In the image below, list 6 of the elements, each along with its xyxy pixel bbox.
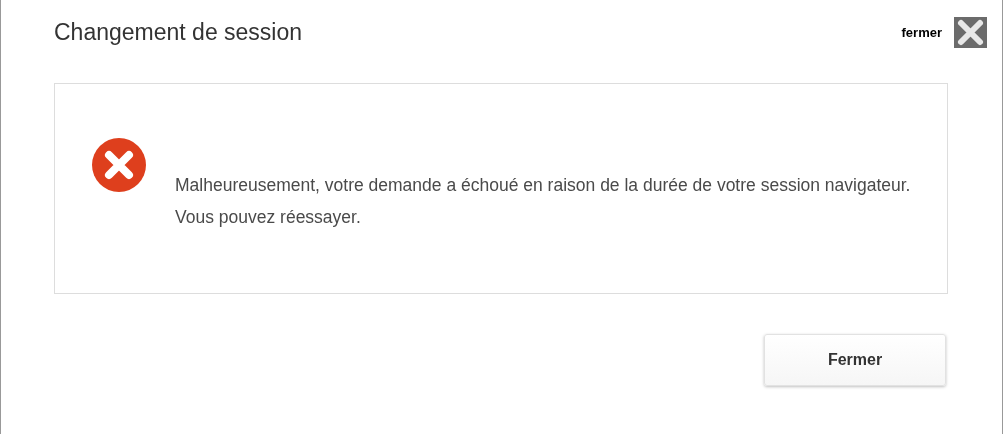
error-message: Malheureusement, votre demande a échoué en raison de la durée de votre session navigateur. Vous pouvez réessayer.	[175, 174, 912, 229]
dialog-title: Changement de session	[54, 18, 304, 46]
close-icon[interactable]	[954, 16, 987, 48]
close-link[interactable]: fermer	[901, 24, 942, 40]
close-button[interactable]: Fermer	[764, 334, 946, 386]
error-icon	[92, 138, 146, 192]
